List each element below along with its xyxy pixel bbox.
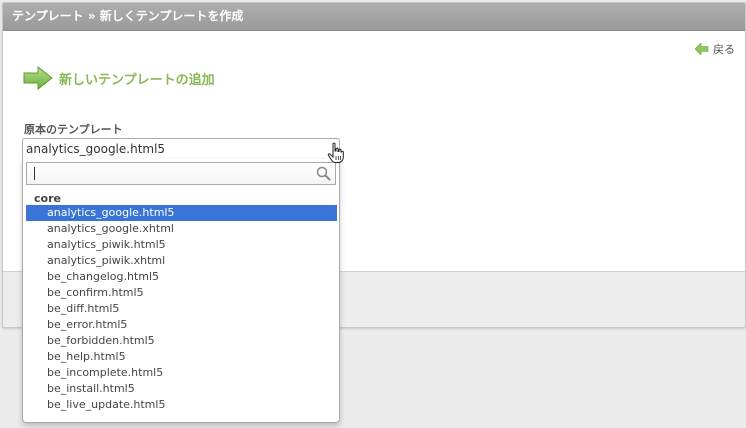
option-item[interactable]: be_error.html5 bbox=[26, 317, 337, 333]
option-item[interactable]: be_incomplete.html5 bbox=[26, 365, 337, 381]
template-dropdown: core analytics_google.html5 analytics_go… bbox=[22, 159, 340, 423]
arrow-right-icon bbox=[23, 66, 53, 90]
option-group-label: core bbox=[34, 192, 61, 205]
option-item[interactable]: be_confirm.html5 bbox=[26, 285, 337, 301]
option-item[interactable]: be_live_update.html5 bbox=[26, 397, 337, 413]
section-heading: 新しいテンプレートの追加 bbox=[23, 66, 215, 90]
option-item[interactable]: analytics_piwik.html5 bbox=[26, 237, 337, 253]
option-item[interactable]: be_diff.html5 bbox=[26, 301, 337, 317]
page-title: テンプレート » 新しくテンプレートを作成 bbox=[3, 3, 745, 31]
heading-text: 新しいテンプレートの追加 bbox=[59, 72, 215, 88]
option-item[interactable]: be_help.html5 bbox=[26, 349, 337, 365]
option-item[interactable]: analytics_google.xhtml bbox=[26, 221, 337, 237]
back-arrow-icon bbox=[695, 43, 709, 55]
back-button[interactable]: 戻る bbox=[695, 41, 735, 57]
option-item[interactable]: be_install.html5 bbox=[26, 381, 337, 397]
search-input[interactable] bbox=[27, 163, 315, 184]
hand-cursor-icon bbox=[327, 142, 344, 163]
option-item[interactable]: analytics_piwik.xhtml bbox=[26, 253, 337, 269]
option-item[interactable]: analytics_google.html5 bbox=[26, 205, 337, 221]
text-caret bbox=[34, 167, 35, 180]
template-select[interactable]: analytics_google.html5 bbox=[22, 138, 340, 160]
template-field-label: 原本のテンプレート bbox=[24, 123, 123, 136]
option-item[interactable]: be_changelog.html5 bbox=[26, 269, 337, 285]
dropdown-search[interactable] bbox=[26, 162, 336, 185]
option-item[interactable]: be_forbidden.html5 bbox=[26, 333, 337, 349]
search-icon bbox=[316, 166, 331, 181]
option-list: analytics_google.html5 analytics_google.… bbox=[26, 205, 337, 413]
back-label: 戻る bbox=[713, 43, 735, 56]
